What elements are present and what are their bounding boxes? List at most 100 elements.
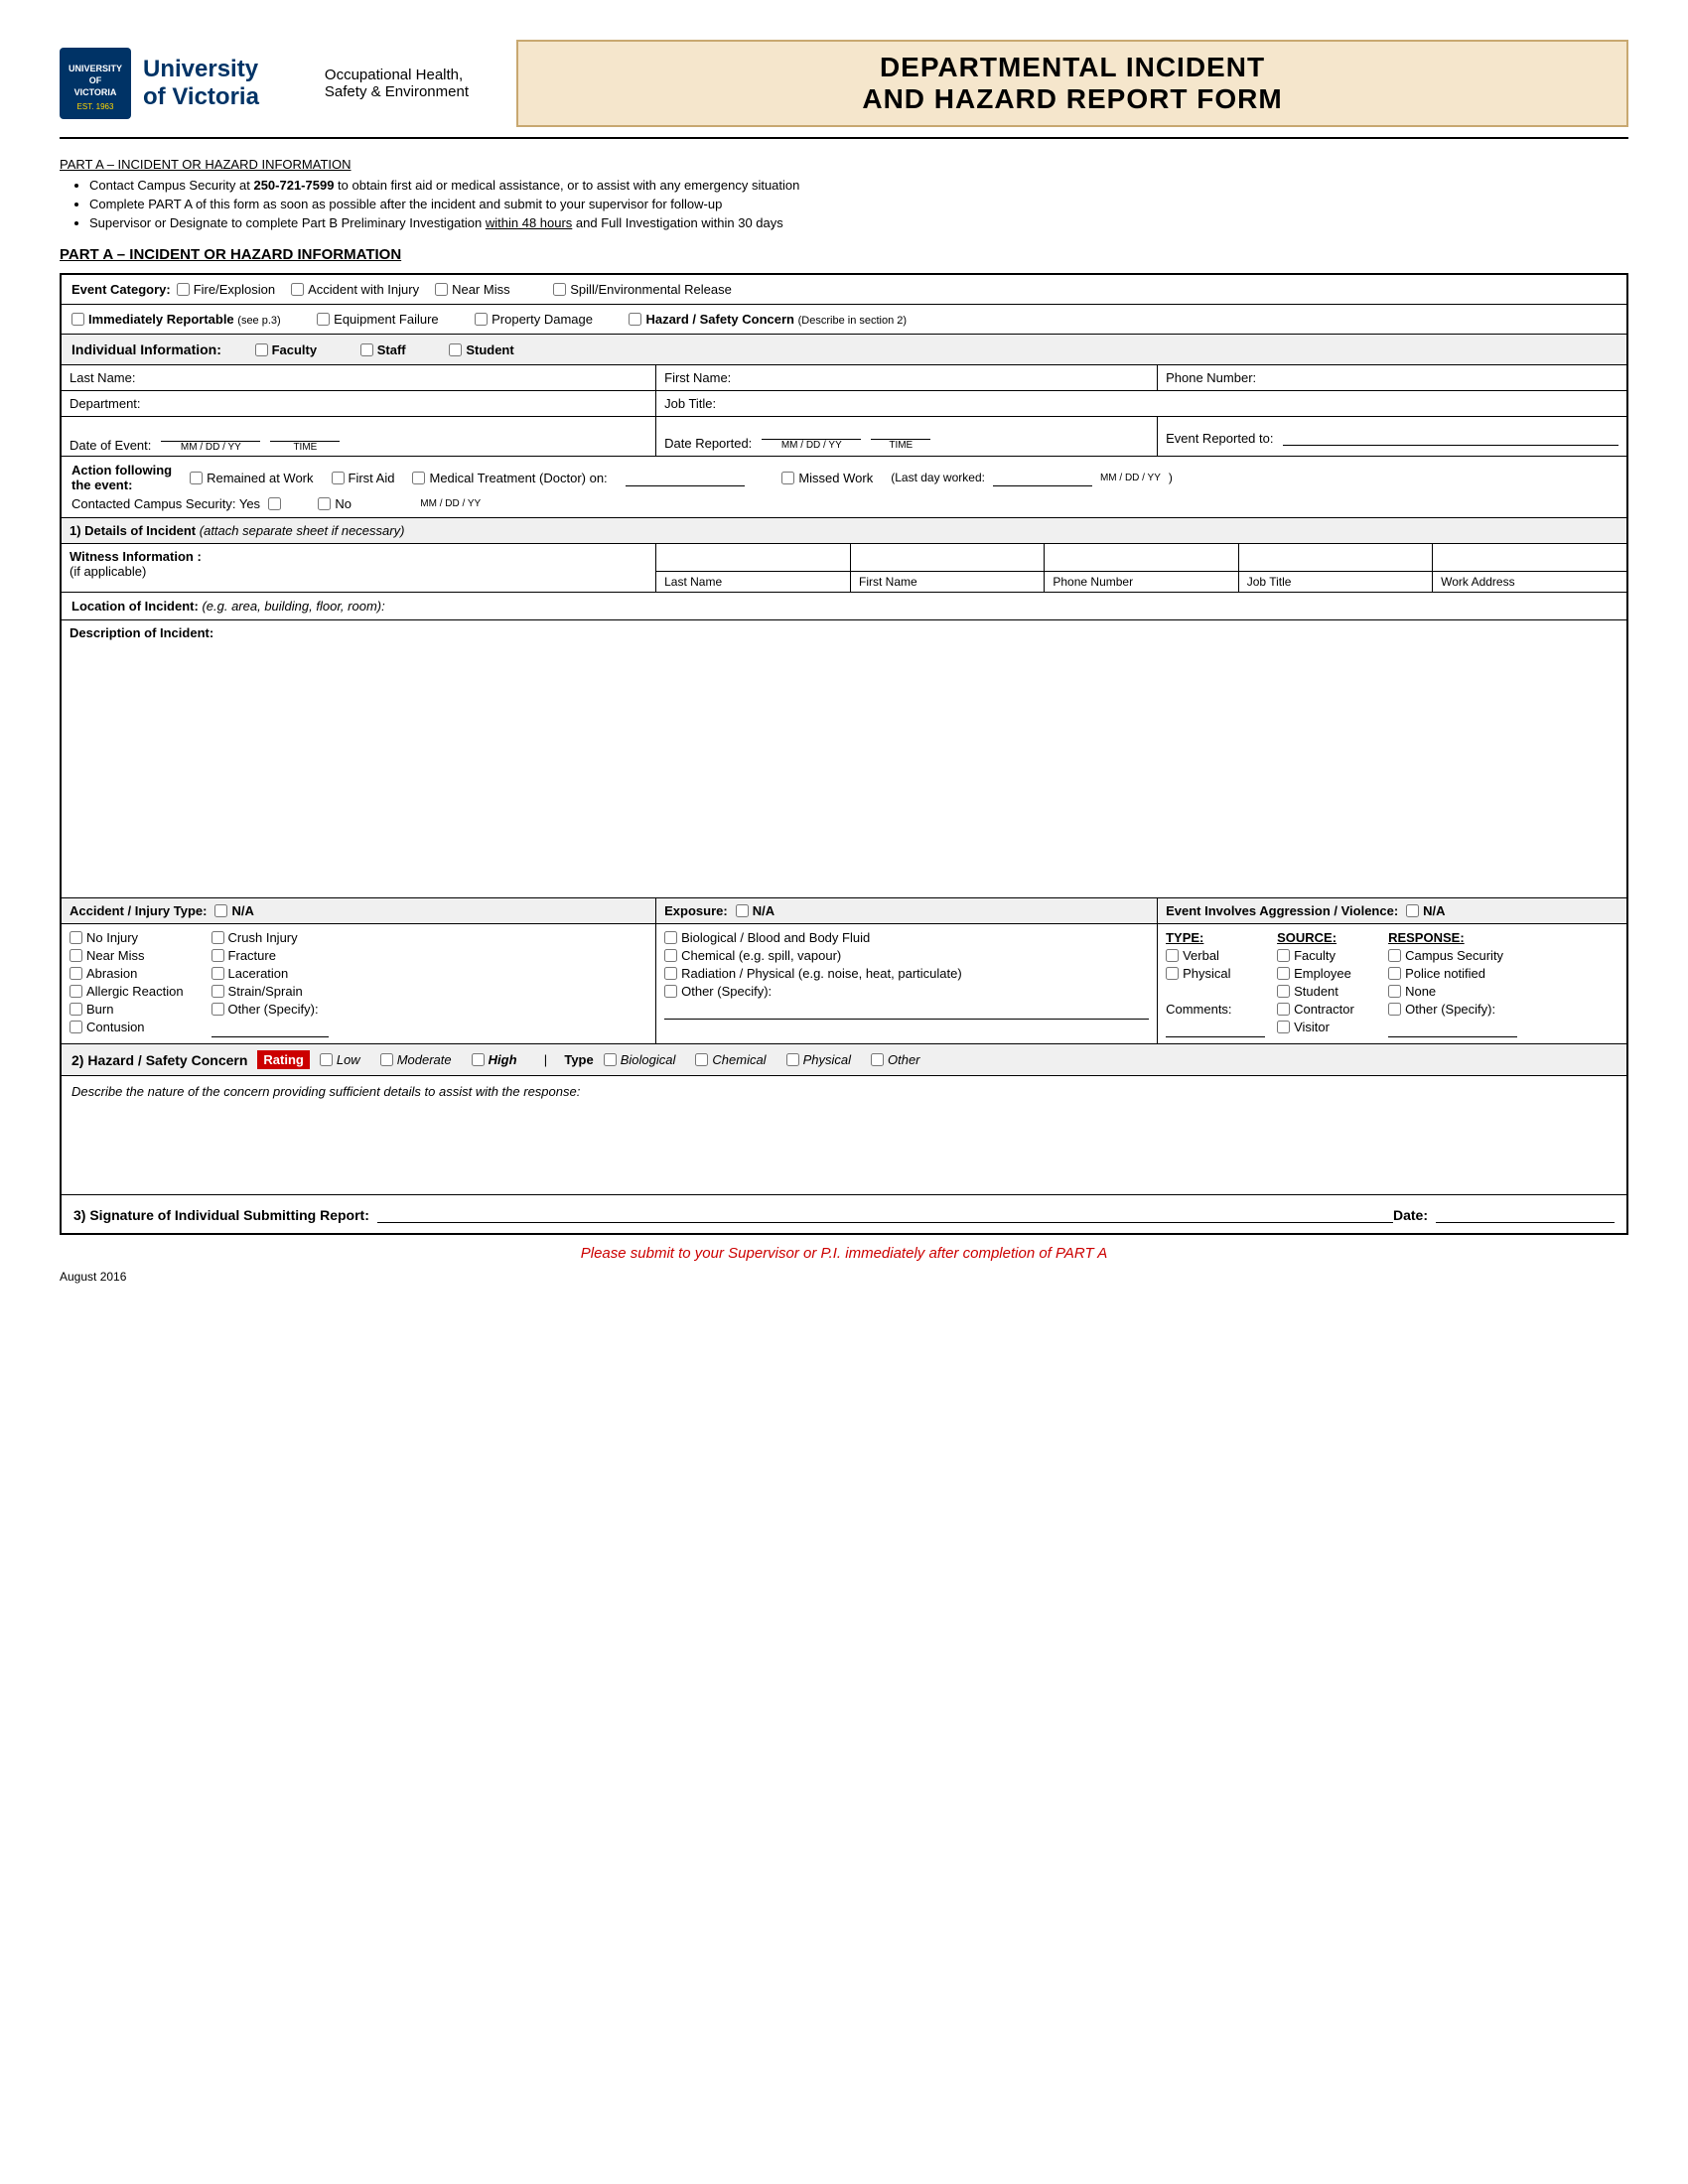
first-aid-option[interactable]: First Aid: [332, 471, 395, 485]
bio-blood-option[interactable]: Biological / Blood and Body Fluid: [664, 930, 1139, 945]
time-field2[interactable]: [871, 422, 930, 440]
remained-at-work-option[interactable]: Remained at Work: [190, 471, 313, 485]
near-miss-injury-checkbox[interactable]: [70, 949, 82, 962]
witness-last-name-field[interactable]: [656, 544, 850, 572]
property-damage-checkbox[interactable]: [475, 313, 488, 326]
witness-phone-field[interactable]: [1045, 544, 1238, 572]
source-visitor-checkbox[interactable]: [1277, 1021, 1290, 1033]
other-response-field[interactable]: [1388, 1020, 1517, 1037]
source-contractor-checkbox[interactable]: [1277, 1003, 1290, 1016]
equipment-failure-option[interactable]: Equipment Failure: [317, 312, 439, 327]
strain-sprain-checkbox[interactable]: [211, 985, 224, 998]
yes-option[interactable]: [268, 496, 289, 511]
laceration-option[interactable]: Laceration: [211, 966, 319, 981]
fire-explosion-checkbox[interactable]: [177, 283, 190, 296]
chemical-exposure-checkbox[interactable]: [664, 949, 677, 962]
property-damage-option[interactable]: Property Damage: [475, 312, 593, 327]
physical-option[interactable]: Physical: [1166, 966, 1255, 981]
burn-option[interactable]: Burn: [70, 1002, 184, 1017]
other-type-checkbox[interactable]: [871, 1053, 884, 1066]
burn-checkbox[interactable]: [70, 1003, 82, 1016]
high-checkbox[interactable]: [472, 1053, 485, 1066]
aggression-na-option[interactable]: N/A: [1406, 903, 1445, 918]
signature-date-field[interactable]: [1436, 1205, 1615, 1223]
abrasion-checkbox[interactable]: [70, 967, 82, 980]
other-injury-checkbox[interactable]: [211, 1003, 224, 1016]
immediately-reportable-checkbox[interactable]: [71, 313, 84, 326]
physical-type-option[interactable]: Physical: [786, 1052, 851, 1067]
student-option[interactable]: Student: [449, 342, 513, 357]
comments-field[interactable]: [1166, 1020, 1265, 1037]
describe-concern-textarea[interactable]: [71, 1099, 1617, 1178]
other-injury-option[interactable]: Other (Specify):: [211, 1002, 319, 1017]
source-faculty-option[interactable]: Faculty: [1277, 948, 1366, 963]
chemical-type-checkbox[interactable]: [695, 1053, 708, 1066]
injury-na-option[interactable]: N/A: [214, 903, 253, 918]
source-student-option[interactable]: Student: [1277, 984, 1366, 999]
medical-treatment-option[interactable]: Medical Treatment (Doctor) on:: [412, 471, 607, 485]
source-contractor-option[interactable]: Contractor: [1277, 1002, 1366, 1017]
allergic-reaction-checkbox[interactable]: [70, 985, 82, 998]
hazard-safety-option[interactable]: Hazard / Safety Concern (Describe in sec…: [629, 312, 907, 327]
other-exposure-field[interactable]: [664, 1002, 1149, 1020]
allergic-reaction-option[interactable]: Allergic Reaction: [70, 984, 184, 999]
none-option[interactable]: None: [1388, 984, 1507, 999]
source-employee-checkbox[interactable]: [1277, 967, 1290, 980]
exposure-na-option[interactable]: N/A: [736, 903, 774, 918]
witness-job-title-field[interactable]: [1238, 544, 1432, 572]
fracture-checkbox[interactable]: [211, 949, 224, 962]
bio-type-option[interactable]: Biological: [604, 1052, 676, 1067]
witness-first-name-field[interactable]: [851, 544, 1045, 572]
hazard-safety-checkbox[interactable]: [629, 313, 641, 326]
other-exposure-option[interactable]: Other (Specify):: [664, 984, 1139, 999]
near-miss-injury-option[interactable]: Near Miss: [70, 948, 184, 963]
no-injury-option[interactable]: No Injury: [70, 930, 184, 945]
near-miss-option[interactable]: Near Miss: [435, 282, 510, 297]
exposure-na-checkbox[interactable]: [736, 904, 749, 917]
low-option[interactable]: Low: [320, 1052, 360, 1067]
injury-na-checkbox[interactable]: [214, 904, 227, 917]
staff-option[interactable]: Staff: [360, 342, 406, 357]
fracture-option[interactable]: Fracture: [211, 948, 319, 963]
first-aid-checkbox[interactable]: [332, 472, 345, 484]
remained-at-work-checkbox[interactable]: [190, 472, 203, 484]
last-day-worked-field[interactable]: [993, 469, 1092, 486]
time-field1[interactable]: [270, 424, 340, 442]
description-textarea[interactable]: [70, 640, 1618, 869]
laceration-checkbox[interactable]: [211, 967, 224, 980]
radiation-checkbox[interactable]: [664, 967, 677, 980]
faculty-checkbox[interactable]: [255, 343, 268, 356]
verbal-option[interactable]: Verbal: [1166, 948, 1255, 963]
bio-blood-checkbox[interactable]: [664, 931, 677, 944]
campus-security-response-option[interactable]: Campus Security: [1388, 948, 1507, 963]
other-injury-field[interactable]: [211, 1020, 329, 1037]
abrasion-option[interactable]: Abrasion: [70, 966, 184, 981]
equipment-failure-checkbox[interactable]: [317, 313, 330, 326]
radiation-option[interactable]: Radiation / Physical (e.g. noise, heat, …: [664, 966, 1139, 981]
immediately-reportable-option[interactable]: Immediately Reportable (see p.3): [71, 312, 281, 327]
other-response-checkbox[interactable]: [1388, 1003, 1401, 1016]
crush-injury-checkbox[interactable]: [211, 931, 224, 944]
event-reported-to-field[interactable]: [1283, 428, 1618, 446]
no-option[interactable]: No: [318, 496, 352, 511]
aggression-na-checkbox[interactable]: [1406, 904, 1419, 917]
no-injury-checkbox[interactable]: [70, 931, 82, 944]
source-student-checkbox[interactable]: [1277, 985, 1290, 998]
bio-type-checkbox[interactable]: [604, 1053, 617, 1066]
staff-checkbox[interactable]: [360, 343, 373, 356]
no-checkbox[interactable]: [318, 497, 331, 510]
medical-treatment-checkbox[interactable]: [412, 472, 425, 484]
medical-treatment-date-field[interactable]: [626, 469, 745, 486]
fire-explosion-option[interactable]: Fire/Explosion: [177, 282, 275, 297]
contusion-checkbox[interactable]: [70, 1021, 82, 1033]
accident-injury-checkbox[interactable]: [291, 283, 304, 296]
signature-field[interactable]: [377, 1205, 1393, 1223]
physical-type-checkbox[interactable]: [786, 1053, 799, 1066]
other-type-option[interactable]: Other: [871, 1052, 920, 1067]
campus-security-response-checkbox[interactable]: [1388, 949, 1401, 962]
chemical-type-option[interactable]: Chemical: [695, 1052, 766, 1067]
near-miss-checkbox[interactable]: [435, 283, 448, 296]
moderate-option[interactable]: Moderate: [380, 1052, 452, 1067]
spill-env-checkbox[interactable]: [553, 283, 566, 296]
moderate-checkbox[interactable]: [380, 1053, 393, 1066]
